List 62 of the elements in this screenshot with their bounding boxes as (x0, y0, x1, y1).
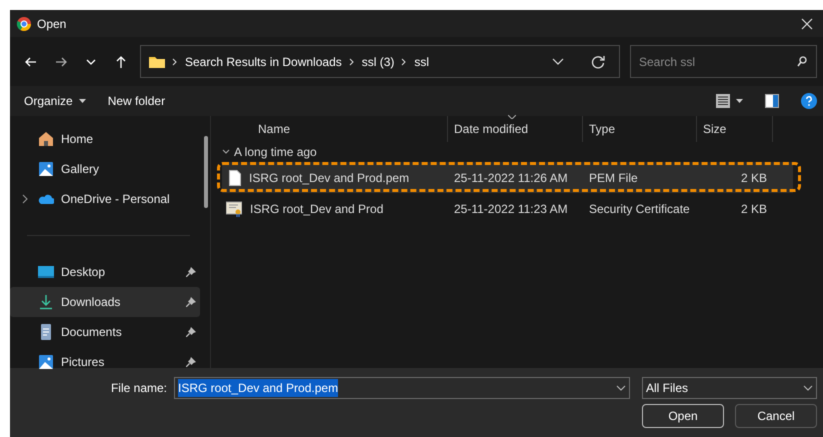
sidebar-item[interactable]: Documents (10, 317, 200, 347)
picture-icon (38, 354, 54, 370)
organize-menu-button[interactable]: Organize (24, 92, 86, 110)
field-label: File name: (110, 380, 167, 397)
scrollbar-thumb[interactable] (204, 136, 208, 208)
folder-icon (149, 55, 165, 68)
help-button[interactable] (801, 93, 817, 109)
search-field[interactable]: Search ssl (630, 45, 817, 78)
search-icon (797, 56, 807, 67)
chevron-right-icon (172, 58, 178, 66)
desktop-icon (38, 264, 54, 280)
home-icon (38, 131, 54, 147)
cancel-button[interactable]: Cancel (735, 404, 817, 428)
breadcrumb-item[interactable]: Search Results in Downloads (185, 52, 342, 70)
caret-down-icon (736, 99, 743, 103)
chevron-down-icon (803, 385, 813, 391)
file-name-field[interactable]: ISRG root_Dev and Prod.pem (174, 377, 630, 399)
list-view-icon (716, 94, 730, 108)
close-icon (801, 18, 813, 30)
refresh-icon[interactable] (591, 54, 605, 68)
breadcrumb-item[interactable]: ssl (414, 52, 430, 70)
table-cell-text: ISRG root_Dev and Prod.pem (248, 170, 410, 186)
group-header[interactable]: A long time ago (219, 142, 823, 162)
chevron-down-icon[interactable] (552, 58, 564, 66)
table-cell-text: Security Certificate (588, 200, 691, 218)
chevron-right-icon (401, 58, 408, 66)
chevron-right-icon[interactable] (22, 194, 28, 204)
picture-icon (38, 161, 54, 177)
sidebar-item[interactable]: Home (10, 124, 200, 154)
table-cell-text: ISRG root_Dev and Prod (249, 200, 384, 218)
table-cell-text: 2 KB (740, 170, 768, 186)
column-header[interactable]: Date modified (448, 116, 583, 142)
new-folder-button[interactable]: New folder (108, 92, 166, 110)
view-options-button[interactable] (716, 94, 743, 108)
preview-pane-icon (765, 94, 779, 108)
window-title: Open (37, 16, 66, 32)
breadcrumb-item[interactable]: ssl (3) (362, 52, 394, 70)
sidebar-item[interactable]: Gallery (10, 154, 200, 184)
address-bar[interactable]: Search Results in Downloads ssl (3) ssl (140, 45, 620, 78)
open-button[interactable]: Open (642, 404, 724, 428)
sidebar-item[interactable]: Desktop (10, 257, 200, 287)
table-cell-text: 25-11-2022 11:26 AM (453, 170, 569, 186)
document-icon (38, 324, 54, 340)
file-type-dropdown[interactable]: All Files (642, 377, 817, 399)
preview-pane-button[interactable] (765, 94, 779, 108)
download-icon (38, 294, 54, 310)
document-icon (229, 170, 241, 186)
sidebar-item[interactable]: Downloads (10, 287, 200, 317)
column-header[interactable]: Size (697, 116, 773, 142)
chevron-down-icon (616, 385, 626, 391)
table-cell-text: PEM File (588, 170, 639, 186)
certificate-icon (226, 200, 242, 216)
chevron-right-icon (348, 58, 355, 66)
sidebar-item[interactable]: OneDrive - Personal (10, 184, 200, 214)
column-header[interactable]: Name (249, 116, 448, 142)
app-logo-icon (16, 16, 32, 32)
caret-down-icon (78, 99, 86, 103)
help-icon (801, 93, 817, 109)
column-header[interactable]: Type (583, 116, 697, 142)
table-cell-text: 2 KB (740, 200, 768, 218)
file-row[interactable]: ISRG root_Dev and Prod 25-11-2022 11:23 AM Security Certificate 2 KB (222, 193, 793, 224)
table-cell-text: 25-11-2022 11:23 AM (453, 200, 569, 218)
